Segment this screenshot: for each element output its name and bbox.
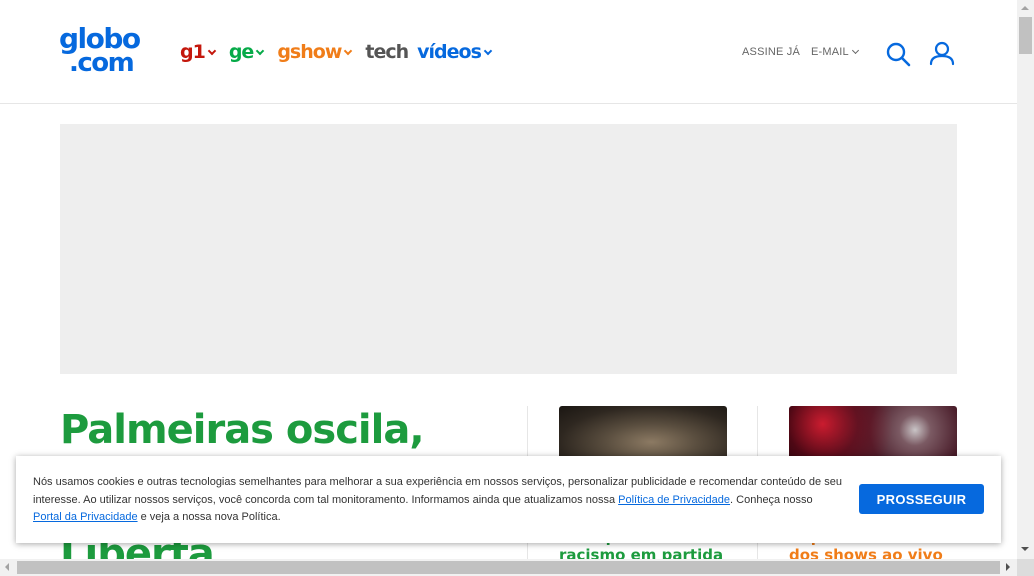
search-icon[interactable] (884, 40, 912, 68)
privacy-policy-link[interactable]: Política de Privacidade (618, 494, 730, 506)
vertical-scrollbar[interactable] (1017, 0, 1034, 576)
scroll-up-arrow-icon[interactable] (1021, 6, 1029, 10)
chevron-down-icon (256, 46, 265, 55)
proceed-button[interactable]: PROSSEGUIR (859, 484, 984, 514)
horizontal-scrollbar[interactable] (0, 559, 1017, 576)
chevron-down-icon (344, 46, 353, 55)
user-icon[interactable] (928, 40, 956, 68)
nav-videos[interactable]: vídeos (417, 41, 493, 63)
cookie-text-part: e veja a nossa nova Política. (137, 511, 281, 523)
nav-ge-label: ge (228, 41, 254, 63)
nav-tech-label: tech (365, 41, 409, 63)
privacy-portal-link[interactable]: Portal da Privacidade (33, 511, 138, 523)
nav-g1-label: g1 (180, 41, 206, 63)
scroll-down-arrow-icon[interactable] (1021, 547, 1029, 551)
chevron-down-icon (483, 46, 493, 55)
nav-g1[interactable]: g1 (180, 41, 217, 63)
nav-gshow[interactable]: gshow (277, 41, 353, 63)
chevron-down-icon (851, 46, 859, 55)
cookie-text: Nós usamos cookies e outras tecnologias … (33, 474, 843, 527)
scrollbar-corner (1017, 559, 1034, 576)
site-header: globo .com g1 ge gshow tech vídeos ASSIN… (0, 0, 1017, 104)
cookie-text-part: . Conheça nosso (730, 493, 813, 506)
main-nav: g1 ge gshow tech vídeos (180, 38, 505, 66)
vertical-scroll-thumb[interactable] (1019, 17, 1032, 54)
nav-ge[interactable]: ge (228, 41, 265, 63)
nav-videos-label: vídeos (417, 41, 482, 63)
nav-tech[interactable]: tech (365, 41, 409, 63)
ad-banner (60, 124, 957, 374)
chevron-down-icon (207, 46, 217, 55)
email-label: E-MAIL (811, 46, 849, 58)
cookie-banner: Nós usamos cookies e outras tecnologias … (16, 456, 1001, 543)
assine-ja-link[interactable]: ASSINE JÁ (742, 46, 800, 58)
nav-gshow-label: gshow (277, 41, 342, 63)
email-menu[interactable]: E-MAIL (811, 46, 859, 58)
scroll-left-arrow-icon[interactable] (5, 563, 9, 571)
globo-logo[interactable]: globo .com (59, 25, 151, 79)
horizontal-scroll-thumb[interactable] (17, 561, 1000, 574)
scroll-right-arrow-icon[interactable] (1006, 563, 1010, 571)
